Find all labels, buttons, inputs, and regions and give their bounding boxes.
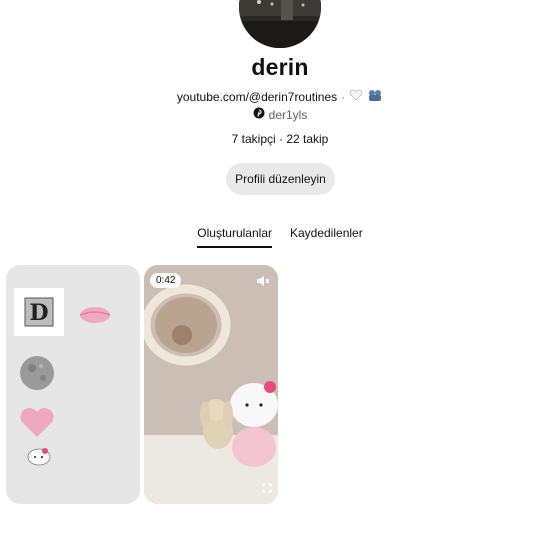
tab-saved[interactable]: Kaydedilenler [290,226,363,246]
hello-kitty-sticker [27,448,51,466]
expand-icon[interactable] [262,480,272,498]
video-pin-card[interactable]: 0:42 [144,265,278,504]
pinterest-row[interactable]: der1yls [0,107,560,122]
edit-profile-button[interactable]: Profili düzenleyin [226,163,335,195]
tab-created[interactable]: Oluşturulanlar [197,226,272,248]
profile-links: youtube.com/@derin7routines · [0,88,560,105]
mirror [144,284,231,366]
avatar-image [239,0,321,48]
pinterest-handle: der1yls [268,107,308,122]
moon-sticker [20,356,54,390]
profile-tabs: Oluşturulanlar Kaydedilenler [0,226,560,248]
lips-sticker [79,307,111,323]
board-letter: D [29,300,48,326]
heart-sticker [20,407,54,437]
video-duration-badge: 0:42 [150,273,182,288]
youtube-link[interactable]: youtube.com/@derin7routines [177,90,337,104]
white-heart-icon [349,89,363,104]
follow-counts[interactable]: 7 takipçi · 22 takip [0,132,560,146]
bears-icon [367,88,383,105]
board-pin-card[interactable]: D [6,265,140,504]
speaker-mute-icon[interactable] [256,274,270,292]
video-thumbnail [144,265,278,504]
profile-name: derin [251,54,309,80]
link-separator: · [341,89,346,104]
board-collage-image: D [14,288,111,466]
profile-avatar[interactable] [239,0,321,48]
pinterest-icon [253,107,265,122]
